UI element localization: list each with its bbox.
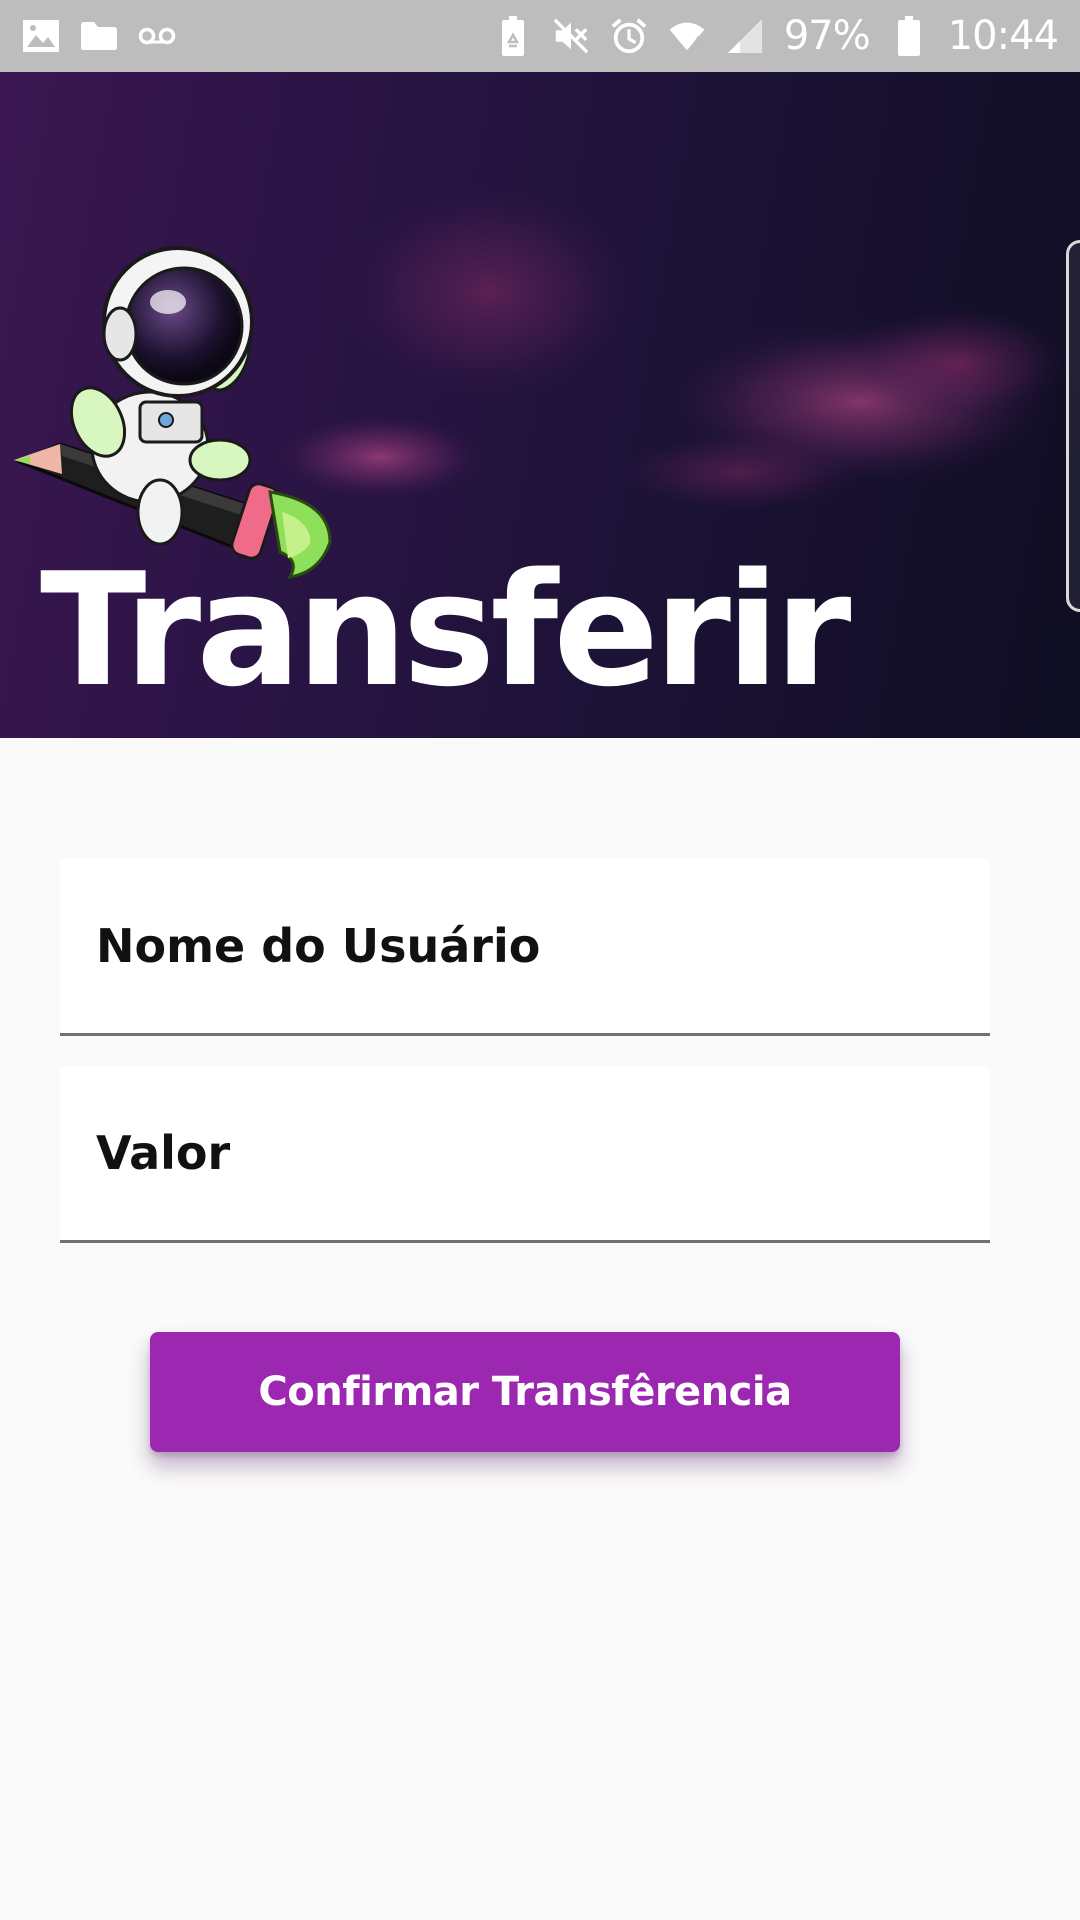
page-title: Transferir bbox=[40, 539, 851, 721]
astronaut-illustration bbox=[14, 246, 332, 580]
username-field[interactable] bbox=[60, 858, 990, 1036]
value-field[interactable] bbox=[60, 1065, 990, 1243]
edge-panel-handle[interactable] bbox=[1066, 240, 1080, 612]
hero-banner: Transferir bbox=[0, 72, 1080, 738]
battery-icon bbox=[890, 16, 928, 56]
transfer-screen: 97% 10:44 Transferir Nome do Usuário Val… bbox=[0, 0, 1080, 1920]
status-bar: 97% 10:44 bbox=[0, 0, 1080, 72]
battery-saver-icon bbox=[494, 16, 532, 56]
status-left-icons bbox=[22, 17, 176, 55]
status-right-icons: 97% 10:44 bbox=[494, 13, 1059, 59]
username-input[interactable] bbox=[60, 858, 990, 1033]
alarm-icon bbox=[610, 17, 648, 55]
confirm-transfer-button[interactable]: Confirmar Transfêrencia bbox=[150, 1332, 900, 1452]
folder-icon bbox=[80, 17, 118, 55]
value-input[interactable] bbox=[60, 1065, 990, 1240]
image-icon bbox=[22, 17, 60, 55]
signal-icon bbox=[726, 17, 764, 55]
clock: 10:44 bbox=[947, 13, 1059, 59]
mute-vibrate-icon bbox=[552, 17, 590, 55]
wifi-icon bbox=[668, 17, 706, 55]
voicemail-icon bbox=[138, 17, 176, 55]
battery-percent: 97% bbox=[783, 13, 871, 59]
